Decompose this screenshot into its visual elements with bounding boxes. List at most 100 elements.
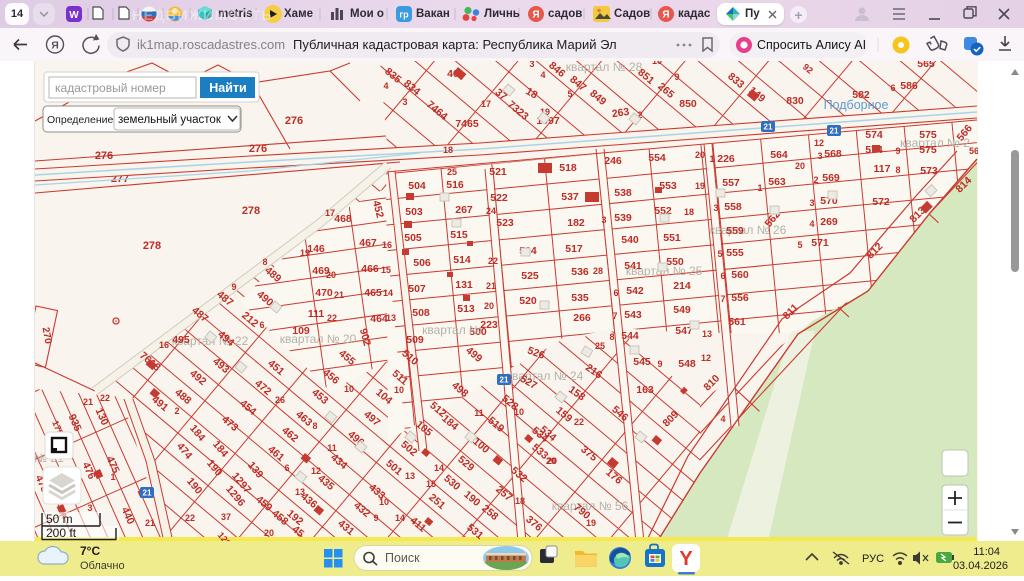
svg-text:523: 523 (496, 217, 514, 229)
svg-text:1: 1 (757, 183, 762, 193)
svg-text:11: 11 (474, 408, 484, 418)
svg-text:4: 4 (809, 219, 814, 229)
svg-text:Y: Y (679, 548, 693, 570)
svg-text:7465: 7465 (455, 118, 479, 130)
svg-text:21: 21 (830, 127, 839, 136)
svg-text:Публичная кадастровая карта: Р: Публичная кадастровая карта: Республика … (293, 37, 617, 52)
svg-text:13: 13 (405, 471, 415, 481)
svg-text:21: 21 (83, 397, 93, 407)
svg-text:564: 564 (770, 149, 788, 161)
svg-text:12: 12 (814, 138, 824, 148)
svg-text:515: 515 (450, 229, 468, 241)
svg-text:9: 9 (657, 359, 662, 369)
svg-text:6: 6 (259, 320, 264, 330)
svg-text:Определение:: Определение: (47, 114, 116, 126)
svg-text:10: 10 (652, 61, 662, 66)
svg-text:537: 537 (561, 191, 579, 203)
svg-text:19: 19 (695, 181, 705, 191)
svg-text:19: 19 (586, 518, 596, 528)
svg-text:516: 516 (446, 179, 464, 191)
svg-text:223: 223 (480, 319, 498, 331)
svg-text:565: 565 (917, 61, 935, 70)
svg-text:24: 24 (486, 206, 496, 216)
svg-text:10: 10 (379, 497, 389, 507)
svg-text:3: 3 (87, 503, 92, 513)
svg-text:571: 571 (811, 237, 829, 249)
svg-text:5: 5 (717, 249, 722, 259)
svg-text:3: 3 (817, 151, 822, 161)
svg-text:13: 13 (702, 329, 712, 339)
svg-text:1: 1 (110, 472, 115, 482)
svg-text:541: 541 (624, 260, 642, 272)
svg-text:9: 9 (373, 513, 378, 523)
svg-text:21: 21 (143, 489, 152, 498)
svg-text:6: 6 (720, 271, 725, 281)
svg-text:550: 550 (666, 256, 684, 268)
svg-text:кадастровый номер: кадастровый номер (55, 81, 166, 95)
svg-text:03.04.2026: 03.04.2026 (953, 560, 1008, 572)
svg-text:535: 535 (571, 292, 589, 304)
svg-text:246: 246 (604, 155, 622, 167)
svg-text:22: 22 (488, 256, 498, 266)
svg-text:Я: Я (662, 10, 669, 21)
svg-text:5: 5 (567, 89, 572, 99)
svg-text:548: 548 (678, 358, 696, 370)
svg-text:508: 508 (412, 307, 430, 319)
svg-text:14: 14 (434, 463, 444, 473)
svg-text:276: 276 (285, 115, 303, 127)
svg-text:22: 22 (574, 417, 584, 427)
svg-text:466: 466 (361, 263, 379, 275)
svg-text:544: 544 (621, 330, 639, 342)
svg-text:25: 25 (595, 341, 605, 351)
svg-text:514: 514 (453, 254, 471, 266)
svg-text:22: 22 (327, 313, 337, 323)
svg-text:538: 538 (614, 187, 632, 199)
svg-text:559: 559 (726, 225, 744, 237)
svg-text:850: 850 (679, 98, 697, 110)
svg-text:Облачно: Облачно (80, 560, 125, 572)
svg-text:495: 495 (172, 334, 190, 346)
svg-text:536: 536 (571, 266, 589, 278)
svg-text:10: 10 (394, 385, 404, 395)
svg-text:20: 20 (695, 150, 705, 160)
svg-text:575: 575 (919, 144, 937, 156)
svg-text:13: 13 (386, 313, 396, 323)
svg-text:Поиск: Поиск (385, 551, 420, 565)
svg-text:19: 19 (300, 248, 310, 258)
svg-text:513: 513 (457, 303, 475, 315)
svg-text:37: 37 (221, 512, 231, 522)
svg-text:278: 278 (242, 205, 260, 217)
svg-text:465: 465 (364, 287, 382, 299)
svg-text:574: 574 (865, 129, 883, 141)
svg-text:50 m: 50 m (46, 512, 73, 526)
svg-text:21: 21 (486, 281, 496, 291)
svg-text:3: 3 (402, 97, 407, 107)
svg-text:545: 545 (633, 356, 651, 368)
svg-text:14: 14 (395, 513, 405, 523)
svg-text:521: 521 (489, 166, 507, 178)
svg-text:земельный участок: земельный участок (118, 114, 222, 126)
svg-text:226: 226 (717, 153, 735, 165)
svg-text:263: 263 (611, 106, 630, 120)
svg-text:9: 9 (674, 72, 679, 82)
svg-text:830: 830 (786, 95, 804, 107)
svg-text:525: 525 (521, 270, 539, 282)
svg-text:9: 9 (231, 282, 236, 292)
svg-text:8: 8 (262, 257, 267, 267)
svg-text:квартал № 28: квартал № 28 (566, 61, 643, 74)
svg-text:117: 117 (874, 163, 891, 175)
svg-text:4: 4 (720, 414, 725, 424)
svg-text:131: 131 (455, 279, 473, 291)
svg-text:276: 276 (95, 150, 113, 162)
svg-text:554: 554 (648, 152, 666, 164)
svg-text:470: 470 (315, 287, 333, 299)
svg-text:15: 15 (426, 479, 436, 489)
svg-text:20: 20 (484, 301, 494, 311)
svg-text:182: 182 (567, 217, 585, 229)
svg-text:3: 3 (713, 203, 718, 213)
svg-text:20: 20 (326, 270, 336, 280)
svg-text:22: 22 (185, 513, 195, 523)
svg-text:540: 540 (621, 234, 639, 246)
svg-text:561: 561 (728, 316, 746, 328)
svg-text:гр: гр (399, 10, 409, 20)
